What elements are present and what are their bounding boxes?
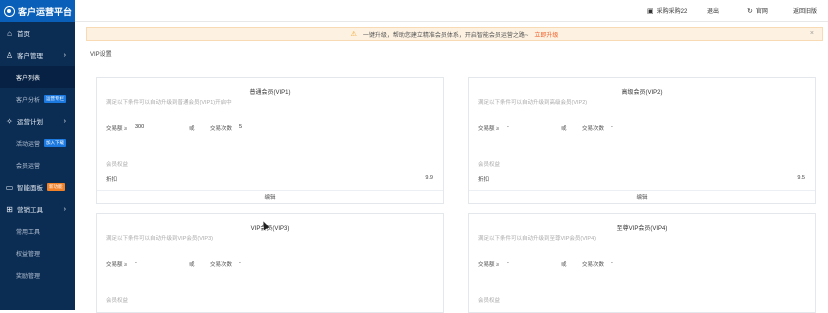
amount-label: 交易额 ≥ [106,262,128,268]
sidebar-item-operation-plan[interactable]: ✧ 运营计划 › [0,110,75,132]
or-label: 或 [189,126,195,132]
official-site-label: 官网 [755,9,768,15]
vip-card: 普通会员(VIP1) 满足以下条件可以自动升级到普通会员(VIP1)开启中 交易… [96,77,444,204]
vip-card: VIP会员(VIP3) 满足以下条件可以自动升级到VIP会员(VIP3) 交易额… [96,213,444,313]
sidebar-item-label: 营销工具 [17,207,43,214]
sidebar-item-customer-analysis[interactable]: 客户分析 运营专栏 [0,88,75,110]
sidebar-item-label: 常用工具 [16,229,41,236]
amount-value: - [507,124,509,130]
vip-card: 高级会员(VIP2) 满足以下条件可以自动升级到高级会员(VIP2) 交易额 ≥… [468,77,816,204]
sidebar-item-label: 客户管理 [17,53,43,60]
sidebar: 客户运营平台 ⌂ 首页 ♙ 客户管理 › 客户列表 客户分析 运营专栏 ✧ 运营… [0,0,75,310]
brand-icon [4,5,15,17]
sidebar-item-common-tools[interactable]: 常用工具 [0,220,75,242]
count-label: 交易次数 [210,126,233,132]
upgrade-now-link[interactable]: 立即升级 [534,30,558,39]
sidebar-item-label: 客户分析 [16,97,41,104]
count-value: - [239,260,241,266]
amount-value: - [507,260,509,266]
count-label: 交易次数 [210,262,233,268]
brand-logo[interactable]: 客户运营平台 [0,0,75,22]
sidebar-item-label: 权益管理 [16,251,41,258]
vip-card-title: 至尊VIP会员(VIP4) [616,226,668,232]
vip-card-title: VIP会员(VIP3) [250,226,290,232]
user-menu[interactable]: ▣ 采购采购22 [647,6,688,16]
amount-label: 交易额 ≥ [106,126,128,132]
screen-icon: ▭ [5,182,14,192]
avatar-icon: ▣ [647,7,654,15]
sidebar-item-member-operation[interactable]: 会员运营 [0,154,75,176]
vip-card-description: 满足以下条件可以自动升级到普通会员(VIP1)开启中 [106,100,232,106]
sidebar-item-smart-panel[interactable]: ▭ 智能面板 新功能 [0,176,75,198]
back-old-version-label: 返回旧版 [793,9,818,15]
sidebar-item-rights-management[interactable]: 权益管理 [0,242,75,264]
logout-label: 退出 [707,9,720,15]
sidebar-item-label: 客户列表 [16,75,41,82]
count-value: - [611,124,613,130]
vip-card-title: 高级会员(VIP2) [621,90,663,96]
page-title: VIP设置 [90,52,112,58]
or-label: 或 [189,262,195,268]
users-icon: ♙ [5,50,14,60]
amount-label: 交易额 ≥ [478,262,500,268]
logout-link[interactable]: 退出 [707,6,719,15]
amount-label: 交易额 ≥ [478,126,500,132]
or-label: 或 [561,262,567,268]
brand-name: 客户运营平台 [18,6,73,17]
count-value: - [611,260,613,266]
member-rights-label: 会员权益 [478,162,501,168]
user-name: 采购采购22 [656,9,688,15]
vip-card-description: 满足以下条件可以自动升级到VIP会员(VIP3) [106,236,213,242]
chevron-right-icon: › [63,51,66,59]
discount-value: 9.5 [797,175,805,181]
warning-icon: ⚠ [350,31,357,38]
vip-card: 至尊VIP会员(VIP4) 满足以下条件可以自动升级到至尊VIP会员(VIP4)… [468,213,816,313]
sidebar-item-reward-management[interactable]: 奖励管理 [0,264,75,286]
discount-label: 折扣 [478,177,490,183]
sidebar-item-activity-operation[interactable]: 活动运营 加入下载 [0,132,75,154]
sidebar-item-tag: 运营专栏 [44,95,67,103]
chevron-right-icon: › [63,205,66,213]
edit-button[interactable]: 编辑 [469,190,815,204]
count-label: 交易次数 [582,126,605,132]
count-value: 5 [239,124,243,130]
top-bar: ▣ 采购采购22 退出 ↻ 官网 返回旧版 [75,0,828,22]
vip-card-description: 满足以下条件可以自动升级到至尊VIP会员(VIP4) [478,236,596,242]
sidebar-item-label: 活动运营 [16,141,41,148]
home-icon: ⌂ [7,28,12,38]
sidebar-item-label: 奖励管理 [16,273,41,280]
chevron-right-icon: › [63,117,66,125]
sidebar-item-home[interactable]: ⌂ 首页 [0,22,75,44]
sidebar-item-label: 智能面板 [17,185,43,192]
sidebar-item-tag: 加入下载 [44,139,67,147]
discount-label: 折扣 [106,177,118,183]
sidebar-item-label: 会员运营 [16,163,41,170]
back-old-version-link[interactable]: 返回旧版 [793,6,817,15]
amount-value: 300 [135,124,145,130]
close-icon[interactable]: × [810,30,814,37]
member-rights-label: 会员权益 [106,298,129,304]
gear-icon: ✧ [6,116,13,126]
refresh-icon: ↻ [747,7,753,15]
sidebar-item-customer-list[interactable]: 客户列表 [0,66,75,88]
edit-button[interactable]: 编辑 [97,190,443,204]
official-site-link[interactable]: ↻ 官网 [747,6,768,16]
sidebar-item-tag: 新功能 [47,183,65,191]
member-rights-label: 会员权益 [478,298,501,304]
discount-value: 9.9 [425,175,433,181]
count-label: 交易次数 [582,262,605,268]
sidebar-item-label: 运营计划 [17,119,43,126]
sidebar-item-label: 首页 [17,31,30,38]
sidebar-item-marketing-tools[interactable]: ⊞ 营销工具 › [0,198,75,220]
sidebar-item-customer-management[interactable]: ♙ 客户管理 › [0,44,75,66]
amount-value: - [135,260,137,266]
member-rights-label: 会员权益 [106,162,129,168]
upgrade-notice: ⚠ 一键升级，帮助您建立精准会员体系，开启智能会员运营之路~ 立即升级 × [86,27,823,41]
apps-icon: ⊞ [6,204,13,214]
vip-card-title: 普通会员(VIP1) [249,90,291,96]
notice-text: 一键升级，帮助您建立精准会员体系，开启智能会员运营之路~ [362,32,529,39]
or-label: 或 [561,126,567,132]
vip-card-description: 满足以下条件可以自动升级到高级会员(VIP2) [478,100,588,106]
